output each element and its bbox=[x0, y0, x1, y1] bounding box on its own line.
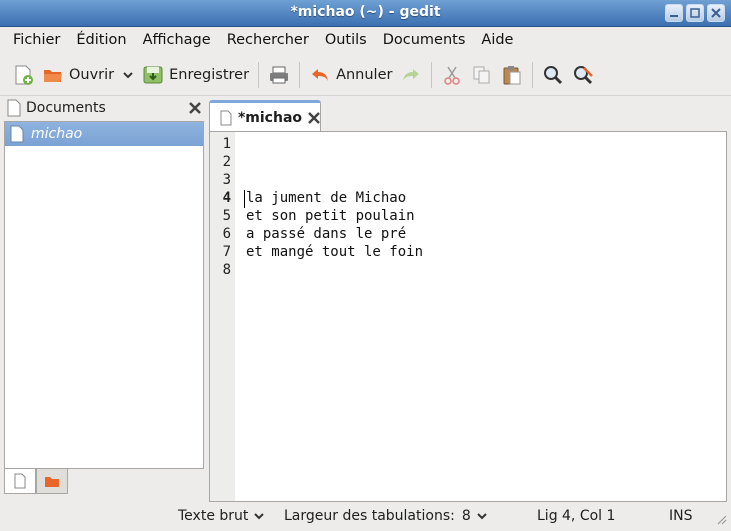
folder-open-icon bbox=[44, 70, 62, 82]
text-cursor bbox=[244, 190, 245, 208]
line-number: 3 bbox=[222, 172, 231, 188]
toolbar: Ouvrir Enregistrer Annuler bbox=[0, 55, 731, 96]
new-button[interactable] bbox=[8, 59, 38, 91]
document-icon bbox=[220, 110, 232, 126]
copy-button[interactable] bbox=[467, 59, 497, 91]
window-title: *michao (~) - gedit bbox=[290, 4, 441, 20]
redo-button[interactable] bbox=[396, 59, 426, 91]
document-icon bbox=[10, 125, 24, 143]
redo-icon bbox=[403, 69, 420, 81]
text-line: a passé dans le pré bbox=[246, 226, 407, 242]
tab-file-browser-panel[interactable] bbox=[36, 469, 68, 494]
menu-affichage[interactable]: Affichage bbox=[135, 32, 219, 48]
toolbar-separator bbox=[258, 62, 260, 88]
text-line: et mangé tout le foin bbox=[246, 244, 424, 260]
menu-bar: Fichier Édition Affichage Rechercher Out… bbox=[0, 27, 731, 53]
document-item-label: michao bbox=[31, 126, 83, 142]
undo-button[interactable]: Annuler bbox=[305, 59, 396, 91]
toolbar-separator bbox=[431, 62, 433, 88]
line-number: 8 bbox=[222, 262, 231, 278]
menu-outils[interactable]: Outils bbox=[317, 32, 375, 48]
document-item[interactable]: michao bbox=[5, 122, 203, 146]
open-label: Ouvrir bbox=[69, 67, 115, 83]
menu-edition[interactable]: Édition bbox=[68, 32, 134, 48]
side-panel-title: Documents bbox=[26, 100, 106, 116]
line-number: 5 bbox=[222, 208, 231, 224]
paste-button[interactable] bbox=[497, 59, 527, 91]
replace-button[interactable] bbox=[568, 59, 598, 91]
minimize-icon bbox=[670, 15, 678, 17]
toolbar-separator bbox=[532, 62, 534, 88]
title-bar: *michao (~) - gedit bbox=[0, 0, 731, 27]
tab-width-label: Largeur des tabulations: bbox=[284, 507, 455, 524]
chevron-down-icon bbox=[254, 512, 265, 519]
save-icon bbox=[143, 66, 163, 84]
tab-width-selector[interactable]: Largeur des tabulations: 8 bbox=[284, 508, 488, 524]
undo-icon bbox=[312, 69, 329, 81]
tab-width-value: 8 bbox=[461, 507, 471, 524]
maximize-button[interactable] bbox=[686, 4, 704, 22]
save-button[interactable]: Enregistrer bbox=[138, 59, 253, 91]
line-number: 1 bbox=[222, 136, 231, 152]
find-replace-icon bbox=[574, 66, 594, 85]
undo-label: Annuler bbox=[336, 67, 393, 83]
chevron-down-icon bbox=[123, 72, 133, 79]
menu-documents[interactable]: Documents bbox=[375, 32, 474, 48]
side-panel: Documents michao bbox=[4, 97, 204, 497]
search-icon bbox=[544, 66, 563, 85]
cursor-position: Lig 4, Col 1 bbox=[537, 507, 616, 524]
menu-rechercher[interactable]: Rechercher bbox=[219, 32, 317, 48]
side-panel-tabs bbox=[4, 469, 68, 494]
chevron-down-icon bbox=[477, 512, 487, 519]
line-number-current: 4 bbox=[222, 190, 231, 206]
close-window-button[interactable] bbox=[707, 4, 725, 22]
folder-icon bbox=[45, 477, 59, 487]
open-button[interactable]: Ouvrir bbox=[38, 59, 118, 91]
text-editor[interactable]: 1 2 3 4 5 6 7 8 la jument de Michao et s… bbox=[209, 131, 727, 502]
paste-icon bbox=[503, 66, 521, 85]
printer-icon bbox=[270, 66, 289, 84]
tab-michao[interactable]: *michao bbox=[209, 100, 321, 133]
close-icon bbox=[711, 8, 721, 18]
minimize-button[interactable] bbox=[665, 4, 683, 22]
close-panel-icon[interactable] bbox=[189, 102, 201, 114]
insert-mode: INS bbox=[669, 507, 693, 524]
line-number: 7 bbox=[222, 244, 231, 260]
save-label: Enregistrer bbox=[169, 67, 250, 83]
tab-documents-panel[interactable] bbox=[4, 469, 36, 494]
cut-button[interactable] bbox=[437, 59, 467, 91]
recent-files-dropdown[interactable] bbox=[118, 59, 138, 91]
document-icon bbox=[14, 473, 26, 489]
documents-list: michao bbox=[4, 121, 204, 469]
line-number: 2 bbox=[222, 154, 231, 170]
toolbar-separator bbox=[299, 62, 301, 88]
editor-area: *michao 1 2 3 4 5 6 7 8 la jument de Mic… bbox=[209, 100, 727, 502]
line-number: 6 bbox=[222, 226, 231, 242]
close-tab-icon[interactable] bbox=[308, 112, 320, 124]
text-line: la jument de Michao bbox=[246, 190, 407, 206]
tab-label: *michao bbox=[237, 110, 303, 126]
document-icon bbox=[7, 99, 21, 117]
maximize-icon bbox=[690, 8, 700, 18]
menu-aide[interactable]: Aide bbox=[473, 32, 521, 48]
status-bar: Texte brut Largeur des tabulations: 8 Li… bbox=[0, 502, 731, 529]
text-line: et son petit poulain bbox=[246, 208, 415, 224]
print-button[interactable] bbox=[264, 59, 294, 91]
side-panel-header: Documents bbox=[4, 97, 204, 119]
find-button[interactable] bbox=[538, 59, 568, 91]
copy-icon bbox=[473, 66, 490, 84]
new-document-icon bbox=[15, 65, 33, 85]
scissors-icon bbox=[444, 66, 461, 85]
resize-grip-icon[interactable] bbox=[715, 513, 727, 525]
language-selector[interactable]: Texte brut bbox=[178, 508, 265, 524]
language-label: Texte brut bbox=[178, 507, 249, 524]
menu-fichier[interactable]: Fichier bbox=[0, 32, 68, 48]
